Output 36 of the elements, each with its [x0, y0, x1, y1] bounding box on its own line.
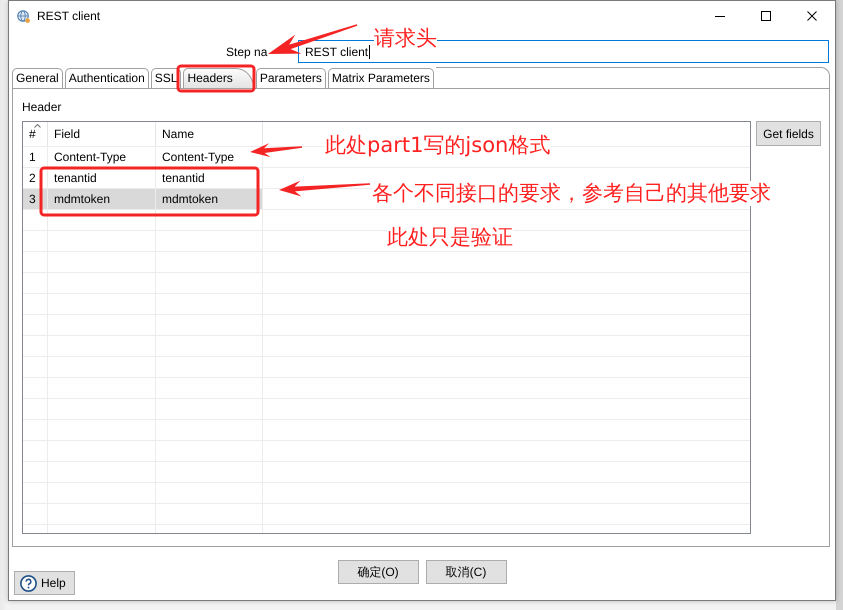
tab[interactable]: General — [12, 68, 63, 88]
text-cursor-icon — [369, 44, 370, 58]
table-row[interactable]: 2 tenantid tenantid — [23, 168, 263, 188]
annotation-text: 此处part1写的json格式 — [325, 133, 550, 158]
row-number: 3 — [23, 189, 48, 209]
table-cell: tenantid — [156, 168, 263, 188]
row-number: 1 — [23, 147, 48, 167]
table-row[interactable]: 3 mdmtoken mdmtoken — [23, 189, 263, 209]
row-number: 2 — [23, 168, 48, 188]
column-header[interactable]: Name — [156, 122, 263, 146]
tab[interactable]: Authentication — [64, 68, 149, 88]
section-label: Header — [22, 100, 62, 115]
tab[interactable]: Matrix Parameters — [328, 68, 434, 88]
column-header[interactable]: Field — [48, 122, 156, 146]
annotation-arrow — [250, 143, 302, 158]
cancel-button[interactable]: 取消(C) — [426, 560, 506, 584]
table-cell: Content-Type — [48, 147, 156, 167]
close-icon — [807, 11, 817, 21]
field-label: Step na — [226, 44, 268, 58]
annotation-text: 请求头 — [374, 26, 437, 51]
help-button[interactable]: Help — [14, 571, 75, 595]
get-fields-button[interactable]: Get fields — [756, 121, 821, 146]
globe-icon — [17, 10, 30, 22]
annotation-text: 此处只是验证 — [387, 225, 513, 250]
window-title: REST client — [37, 9, 100, 23]
table-cell: mdmtoken — [48, 189, 156, 209]
ok-button[interactable]: 确定(O) — [338, 560, 418, 584]
table-cell: tenantid — [48, 168, 156, 188]
table-cell: mdmtoken — [156, 189, 263, 209]
tab[interactable]: Parameters — [256, 68, 326, 88]
help-icon — [20, 574, 37, 592]
column-header[interactable]: # — [23, 122, 48, 146]
annotation-text: 各个不同接口的要求，参考自己的其他要求 — [372, 181, 771, 206]
tab[interactable]: SSL — [150, 68, 182, 88]
tab[interactable]: Headers — [183, 68, 254, 88]
maximize-icon — [761, 11, 771, 21]
